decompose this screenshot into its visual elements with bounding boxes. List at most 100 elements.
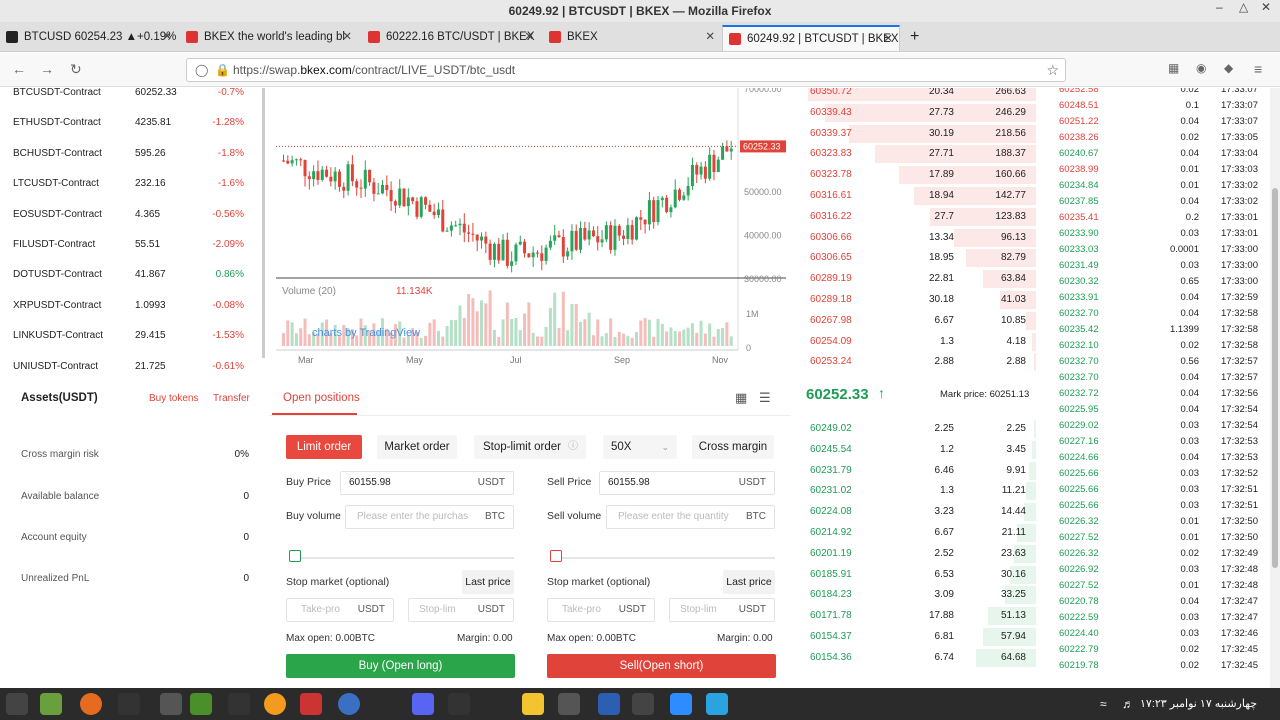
bid-row[interactable]: 60231.02 1.3 11.21 [796,481,1040,501]
close-icon[interactable]: ✕ [1261,0,1271,14]
bookmark-star-icon[interactable]: ☆ [1046,59,1059,81]
bid-row[interactable]: 60184.23 3.09 33.25 [796,585,1040,605]
tab-close-icon[interactable]: ✕ [162,25,172,49]
ask-row[interactable]: 60289.19 22.81 63.84 [796,269,1040,289]
terminal-icon[interactable] [118,693,140,715]
app-icon[interactable] [160,693,182,715]
settings-sliders-icon[interactable]: ☰ [759,390,771,406]
minimize-icon[interactable]: – [1216,0,1223,14]
bid-row[interactable]: 60154.36 6.74 64.68 [796,648,1040,668]
ask-row[interactable]: 60323.83 27.71 188.37 [796,144,1040,164]
ask-row[interactable]: 60306.66 13.34 96.13 [796,228,1040,248]
telegram-icon[interactable] [706,693,728,715]
buy-volume-slider[interactable] [289,550,514,562]
tab-bkex-spot[interactable]: 60222.16 BTC/USDT | BKEX ✕ [362,25,540,51]
ask-row[interactable]: 60339.43 27.73 246.29 [796,103,1040,123]
buy-volume-input[interactable]: Please enter the purchas BTC [345,505,514,529]
ask-row[interactable]: 60339.37 30.19 218.56 [796,124,1040,144]
ask-row[interactable]: 60323.78 17.89 160.66 [796,165,1040,185]
file-manager-icon[interactable] [40,693,62,715]
price-chart[interactable]: 70000.00 50000.00 40000.00 30000.00 Mar May Ju… [276,88,788,368]
zoom-icon[interactable] [670,693,692,715]
limit-order-button[interactable]: Limit order [286,435,362,459]
volume-icon[interactable]: ♬ [1122,697,1134,711]
word-icon[interactable] [598,693,620,715]
browser-icon[interactable] [338,693,360,715]
ask-row[interactable]: 60316.22 27.7 123.83 [796,207,1040,227]
page-scrollbar[interactable] [1270,88,1280,688]
bid-row[interactable]: 60245.54 1.2 3.45 [796,440,1040,460]
volume-legend[interactable]: Volume (20) [282,286,336,297]
slider-handle[interactable] [550,550,562,562]
bid-row[interactable]: 60171.78 17.88 51.13 [796,606,1040,626]
market-row[interactable]: XRPUSDT-Contract 1.0993 -0.08% [0,296,262,316]
tab-open-positions[interactable]: Open positions [283,392,360,404]
bid-row[interactable]: 60185.91 6.53 30.16 [796,565,1040,585]
stop-limit-order-button[interactable]: Stop-limit order ⓘ [474,435,586,459]
bid-row[interactable]: 60231.79 6.46 9.91 [796,461,1040,481]
market-scrollbar[interactable] [262,88,265,358]
reload-icon[interactable]: ↻ [70,61,82,78]
tab-close-icon[interactable]: ✕ [705,25,715,49]
market-row[interactable]: BCHUSDT-Contract 595.26 -1.8% [0,144,262,164]
monitor-icon[interactable] [228,693,250,715]
wifi-icon[interactable]: ≈ [1100,697,1107,711]
market-row[interactable]: FILUSDT-Contract 55.51 -2.09% [0,235,262,255]
tab-bkex-contract[interactable]: 60249.92 | BTCUSDT | BKEX ✕ [722,25,900,51]
sell-stop-loss-input[interactable]: Stop-lim USDT [669,598,775,622]
ask-row[interactable]: 60253.24 2.88 2.88 [796,352,1040,372]
ask-row[interactable]: 60350.72 20.34 266.63 [796,88,1040,102]
ask-row[interactable]: 60267.98 6.67 10.85 [796,311,1040,331]
chrome-icon[interactable] [190,693,212,715]
sell-price-input[interactable]: 60155.98 USDT [599,471,775,495]
tab-bkex-home[interactable]: BKEX the world's leading bl ✕ [180,25,358,51]
triangle-icon[interactable] [558,693,580,715]
maximize-icon[interactable]: △ [1239,0,1248,14]
url-bar[interactable]: ◯ 🔒 https://swap.bkex.com/contract/LIVE_… [186,58,1066,82]
bid-row[interactable]: 60224.08 3.23 14.44 [796,502,1040,522]
market-order-button[interactable]: Market order [377,435,457,459]
start-menu-icon[interactable] [6,693,28,715]
buy-tokens-link[interactable]: Buy tokens [149,393,198,404]
transfer-link[interactable]: Transfer [213,393,250,404]
market-row[interactable]: DOTUSDT-Contract 41.867 0.86% [0,265,262,285]
tab-close-icon[interactable]: ✕ [524,25,534,49]
sell-take-profit-input[interactable]: Take-pro USDT [547,598,655,622]
buy-take-profit-input[interactable]: Take-pro USDT [286,598,394,622]
slider-handle[interactable] [289,550,301,562]
leverage-select[interactable]: 50X ⌄ [603,435,677,459]
tab-close-icon[interactable]: ✕ [342,25,352,49]
bid-row[interactable]: 60214.92 6.67 21.11 [796,523,1040,543]
discord-icon[interactable] [412,693,434,715]
buy-price-input[interactable]: 60155.98 USDT [340,471,514,495]
sell-volume-input[interactable]: Please enter the quantity BTC [606,505,775,529]
gmail-icon[interactable] [300,693,322,715]
tab-close-icon[interactable]: ✕ [883,27,893,51]
buy-stop-loss-input[interactable]: Stop-lim USDT [408,598,514,622]
bitcoin-icon[interactable] [264,693,286,715]
bid-row[interactable]: 60201.19 2.52 23.63 [796,544,1040,564]
cross-margin-button[interactable]: Cross margin [692,435,774,459]
market-row[interactable]: UNIUSDT-Contract 21.725 -0.61% [0,357,262,377]
market-row[interactable]: BTCUSDT-Contract 60252.33 -0.7% [0,88,262,103]
drive-icon[interactable] [522,693,544,715]
qr-icon[interactable]: ▦ [1168,61,1179,75]
buy-open-long-button[interactable]: Buy (Open long) [286,654,515,678]
market-row[interactable]: LTCUSDT-Contract 232.16 -1.6% [0,174,262,194]
ask-row[interactable]: 60289.18 30.18 41.03 [796,290,1040,310]
sell-volume-slider[interactable] [550,550,775,562]
clock[interactable]: چهارشنبه ۱۷ نوامبر ۱۷:۲۳ [1140,697,1257,710]
forward-icon[interactable]: → [40,61,54,77]
camera-icon[interactable] [632,693,654,715]
screenshot-icon[interactable] [448,693,470,715]
info-icon[interactable]: ⓘ [568,435,578,459]
market-row[interactable]: ETHUSDT-Contract 4235.81 -1.28% [0,113,262,133]
ask-row[interactable]: 60306.65 18.95 82.79 [796,248,1040,268]
new-tab-button[interactable]: + [904,25,928,51]
firefox-icon[interactable] [80,693,102,715]
scrollbar-thumb[interactable] [1272,188,1278,568]
market-row[interactable]: LINKUSDT-Contract 29.415 -1.53% [0,326,262,346]
menu-icon[interactable]: ≡ [1254,61,1262,77]
ask-row[interactable]: 60316.61 18.94 142.77 [796,186,1040,206]
market-row[interactable]: EOSUSDT-Contract 4.365 -0.56% [0,205,262,225]
